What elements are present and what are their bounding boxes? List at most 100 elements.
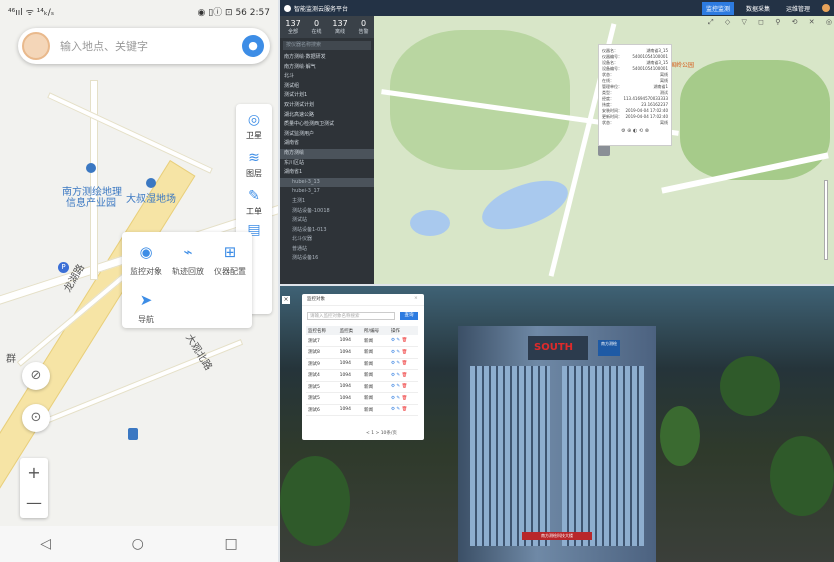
table-row[interactable]: 测试9 1094 新闻 ⚙ ✎ 🗑: [306, 358, 418, 370]
road: [47, 92, 213, 174]
map-toolbar: ⤢ ◇ ▽ ◻ ⚲ ⟲ ✕ ◎: [708, 18, 832, 30]
close-icon[interactable]: ×: [282, 296, 290, 304]
tree-item[interactable]: 测试计划1: [280, 91, 374, 101]
zoom-in-button[interactable]: +: [20, 458, 48, 488]
table-row[interactable]: 测试8 1094 新闻 ⚙ ✎ 🗑: [306, 346, 418, 359]
location-icon[interactable]: ⊙: [22, 404, 50, 432]
avatar[interactable]: [22, 32, 50, 60]
track-icon: ⌁: [183, 243, 193, 261]
tool-icon[interactable]: ◇: [725, 18, 730, 30]
column-header: 监控类: [337, 326, 363, 335]
road: [90, 80, 98, 280]
tree-item[interactable]: 北斗仪器: [280, 235, 374, 245]
device-tree-panel: 137 全部 0 在线 137 离线 0 告警 按仪器名称搜索 南方测绘·数据研发 南方…: [280, 16, 374, 284]
device-config-button[interactable]: ⊞ 仪器配置: [210, 242, 250, 277]
status-bar: ⁴⁶ııl ᯤ ¹⁴ₖ/ₛ ◉ ▯ⓘ ⊡ 56 2:57: [0, 0, 278, 22]
stat-alarm[interactable]: 0 告警: [359, 19, 369, 35]
query-button[interactable]: 查询: [400, 312, 418, 320]
map-label: 群: [6, 354, 16, 365]
tree-item[interactable]: 南方测绘·解气: [280, 63, 374, 73]
column-header: 监控名称: [306, 326, 338, 335]
table-row[interactable]: 测试6 1094 新闻 ⚙ ✎ 🗑: [306, 404, 418, 416]
home-icon[interactable]: ○: [132, 536, 144, 552]
row-actions[interactable]: ⚙ ✎ 🗑: [388, 358, 418, 370]
tree-item[interactable]: 测试监测用户: [280, 130, 374, 140]
tree-item[interactable]: 主测1: [280, 197, 374, 207]
satellite-toggle[interactable]: ◎ 卫星: [236, 112, 272, 141]
ticket-toggle[interactable]: ✎ 工单: [236, 188, 272, 217]
pagination[interactable]: < 1 > 10条/页: [366, 430, 397, 436]
tool-icon[interactable]: ⚲: [775, 18, 780, 30]
tree-item[interactable]: hubei-3_17: [280, 187, 374, 197]
zoom-slider[interactable]: [824, 180, 828, 260]
row-actions[interactable]: ⚙ ✎ 🗑: [388, 392, 418, 405]
device-tree: 南方测绘·数据研发 南方测绘·解气 北斗 测试组 测试计划1 双计测试计划 湖北…: [280, 53, 374, 264]
tree-item[interactable]: 测试站: [280, 216, 374, 226]
tool-icon[interactable]: ⟲: [792, 18, 798, 30]
search-bar[interactable]: 输入地点、关键字 ●: [18, 28, 270, 64]
row-actions[interactable]: ⚙ ✎ 🗑: [388, 335, 418, 347]
poi-marker-icon[interactable]: [146, 178, 156, 188]
tree-filter-input[interactable]: 按仪器名称搜索: [283, 41, 371, 50]
tree-item[interactable]: 北斗: [280, 72, 374, 82]
tool-icon[interactable]: ⤢: [708, 18, 714, 30]
tree-item[interactable]: 南方测绘·数据研发: [280, 53, 374, 63]
tree-item[interactable]: hubei-3_13: [280, 177, 374, 188]
tree-item[interactable]: 普通站: [280, 245, 374, 255]
tree-item[interactable]: 南方测绘: [280, 148, 374, 159]
row-actions[interactable]: ⚙ ✎ 🗑: [388, 381, 418, 393]
building-windows: [470, 366, 550, 546]
tree-item[interactable]: 测站设备16: [280, 254, 374, 264]
tree-item[interactable]: 测站设备-10018: [280, 207, 374, 217]
tree-item[interactable]: 湖南省1: [280, 168, 374, 178]
tree-item[interactable]: 测站设备1-013: [280, 226, 374, 236]
menu-ops[interactable]: 运维管理: [782, 2, 814, 15]
tree-item[interactable]: 双计测试计划: [280, 101, 374, 111]
tree-item[interactable]: 质量中心检测西卫测试: [280, 120, 374, 130]
tree-item[interactable]: 湖南省: [280, 139, 374, 149]
stat-online[interactable]: 0 在线: [312, 19, 322, 35]
monitor-object-button[interactable]: ◉ 监控对象: [126, 242, 166, 277]
search-input[interactable]: 输入地点、关键字: [60, 38, 210, 54]
tool-icon[interactable]: ◻: [758, 18, 764, 30]
avatar[interactable]: [822, 4, 830, 12]
ticket-icon: ✎: [248, 188, 260, 204]
compass-icon[interactable]: ⊘: [22, 362, 50, 390]
poi-label[interactable]: 大叔湿地场: [126, 190, 176, 205]
monitor-icon: ◉: [139, 243, 153, 261]
close-icon[interactable]: ×: [414, 296, 418, 301]
device-info-popup: 仪器名： 湖南省3_15 仪器编号： 54001054100001 设备名： 湖南省3…: [598, 44, 672, 146]
table-row[interactable]: 测试4 1094 新闻 ⚙ ✎ 🗑: [306, 369, 418, 382]
popup-action-icons[interactable]: ⚙ ⊕ ◐ ⟲ ⊗: [602, 128, 668, 134]
tool-icon[interactable]: ◎: [826, 18, 832, 30]
row-actions[interactable]: ⚙ ✎ 🗑: [388, 404, 418, 416]
back-icon[interactable]: ◁: [40, 536, 51, 552]
table-row[interactable]: 测试7 1094 新闻 ⚙ ✎ 🗑: [306, 335, 418, 347]
stat-all[interactable]: 137 全部: [285, 19, 300, 35]
tree-item[interactable]: 湖北高速公路: [280, 111, 374, 121]
zoom-out-button[interactable]: —: [20, 488, 48, 518]
monitor-object-dialog: 监控对象 × 请输入监控对象名称搜索 查询 监控名称 监控类 所/编号 操作 测…: [302, 294, 424, 440]
table-row[interactable]: 测试5 1094 新闻 ⚙ ✎ 🗑: [306, 392, 418, 405]
navigation-button[interactable]: ➤ 导航: [126, 290, 166, 325]
tree-item[interactable]: 测试组: [280, 82, 374, 92]
monitor-table: 监控名称 监控类 所/编号 操作 测试7 1094 新闻 ⚙ ✎ 🗑 测试8 1094 新…: [306, 326, 418, 416]
row-actions[interactable]: ⚙ ✎ 🗑: [388, 369, 418, 382]
poi-marker-icon[interactable]: [86, 163, 96, 173]
table-row[interactable]: 测试5 1094 新闻 ⚙ ✎ 🗑: [306, 381, 418, 393]
logo-icon: [284, 4, 291, 12]
dialog-search-input[interactable]: 请输入监控对象名称搜索: [307, 312, 395, 320]
mic-icon[interactable]: ●: [242, 35, 264, 57]
menu-monitor[interactable]: 监控监测: [701, 1, 734, 15]
track-replay-button[interactable]: ⌁ 轨迹回放: [168, 242, 208, 277]
row-actions[interactable]: ⚙ ✎ 🗑: [388, 346, 418, 359]
layers-toggle[interactable]: ≋ 图层: [236, 150, 272, 179]
stat-offline[interactable]: 137 离线: [332, 19, 347, 35]
tool-icon[interactable]: ✕: [809, 18, 815, 30]
top-bar: 智能监测云服务平台 监控监测 数据采集 运维管理: [280, 0, 834, 16]
tool-icon[interactable]: ▽: [742, 18, 747, 30]
menu-data[interactable]: 数据采集: [742, 2, 774, 15]
tree-item[interactable]: 东川区站: [280, 159, 374, 169]
recent-apps-icon[interactable]: □: [224, 536, 237, 552]
poi-label[interactable]: 信息产业园: [66, 194, 116, 209]
